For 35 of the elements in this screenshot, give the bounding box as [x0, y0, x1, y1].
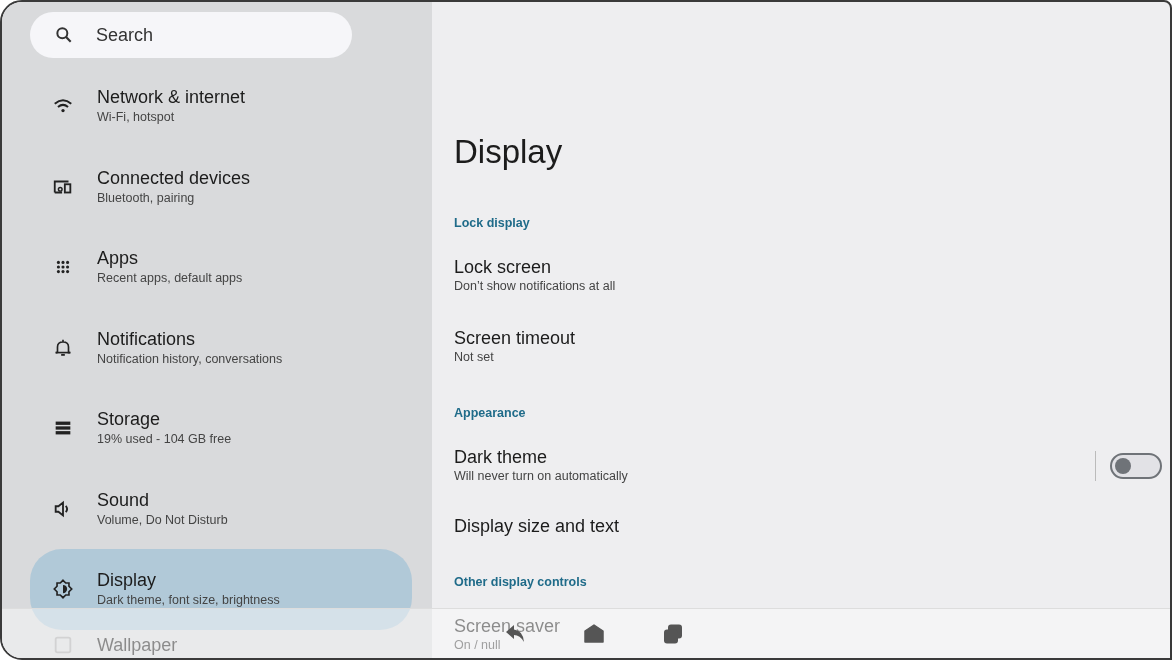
- item-title: Notifications: [97, 327, 197, 350]
- item-title: Wallpaper: [97, 633, 178, 656]
- item-title: Apps: [97, 247, 140, 270]
- item-title: Display: [97, 569, 158, 592]
- sidebar-item[interactable]: Apps Recent apps, default apps: [30, 227, 412, 308]
- section-header: Lock display: [454, 215, 531, 232]
- search-icon: [54, 25, 74, 45]
- item-title: Sound: [97, 488, 151, 511]
- setting-item[interactable]: Dark theme Will never turn on automatically: [454, 430, 1170, 501]
- setting-item[interactable]: Display size and text: [454, 501, 1170, 551]
- page-title: Display: [454, 132, 564, 172]
- item-subtitle: 19% used - 104 GB free: [97, 431, 232, 449]
- brightness-icon: [52, 578, 74, 601]
- home-icon[interactable]: [582, 621, 606, 646]
- item-subtitle: Volume, Do Not Disturb: [97, 511, 228, 529]
- sidebar-item[interactable]: Sound Volume, Do Not Disturb: [30, 468, 412, 549]
- item-title: Connected devices: [97, 166, 251, 189]
- section-header: Appearance: [454, 405, 527, 422]
- section-header: Other display controls: [454, 574, 588, 591]
- sidebar-item[interactable]: Notifications Notification history, conversations: [30, 307, 412, 388]
- sidebar-item[interactable]: Display Dark theme, font size, brightness: [30, 549, 412, 630]
- sidebar-item[interactable]: Network & internet Wi-Fi, hotspot: [30, 66, 412, 147]
- toggle-switch[interactable]: [1110, 452, 1162, 479]
- item-subtitle: Wi-Fi, hotspot: [97, 109, 176, 127]
- item-title: Network & internet: [97, 86, 246, 109]
- item-subtitle: Dark theme, font size, brightness: [97, 592, 280, 610]
- setting-item[interactable]: Lock screen Don’t show notifications at all: [454, 240, 1170, 311]
- item-subtitle: Bluetooth, pairing: [97, 189, 196, 207]
- search-field[interactable]: Search: [30, 12, 352, 58]
- setting-item[interactable]: Screen timeout Not set: [454, 311, 1170, 382]
- sidebar-item[interactable]: Connected devices Bluetooth, pairing: [30, 146, 412, 227]
- item-subtitle: Notification history, conversations: [97, 350, 283, 368]
- item-subtitle: Recent apps, default apps: [97, 270, 243, 288]
- sidebar-item[interactable]: Storage 19% used - 104 GB free: [30, 388, 412, 469]
- item-title: Storage: [97, 408, 162, 431]
